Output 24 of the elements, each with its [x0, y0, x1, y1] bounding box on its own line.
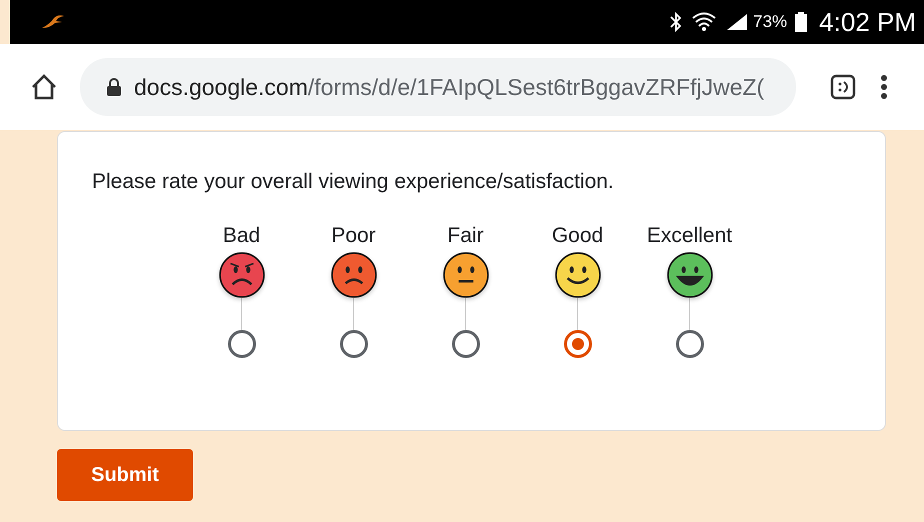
radio-button[interactable]	[340, 330, 368, 358]
radio-button[interactable]	[228, 330, 256, 358]
question-text: Please rate your overall viewing experience/satisfaction.	[92, 170, 615, 194]
lock-icon	[106, 77, 122, 97]
clock: 4:02 PM	[819, 6, 916, 38]
signal-icon	[725, 12, 750, 32]
battery-icon	[795, 12, 808, 32]
tab-switcher-icon[interactable]	[830, 74, 856, 100]
option-label: Poor	[331, 224, 376, 249]
option-label: Bad	[222, 224, 260, 249]
battery-level: 73%	[753, 12, 788, 32]
wifi-icon	[691, 11, 718, 33]
url-text: docs.google.com/forms/d/e/1FAIpQLSest6trBggavZRFfjJweZ(	[134, 74, 764, 100]
radio-button[interactable]	[452, 330, 480, 358]
menu-icon[interactable]	[880, 74, 888, 100]
submit-button[interactable]: Submit	[57, 449, 193, 501]
option-label: Good	[552, 224, 604, 249]
radio-button[interactable]	[564, 330, 592, 358]
radio-button[interactable]	[676, 330, 704, 358]
home-icon[interactable]	[30, 73, 58, 101]
address-bar[interactable]: docs.google.com/forms/d/e/1FAIpQLSest6trBggavZRFfjJweZ(	[80, 58, 796, 116]
option-label: Fair	[447, 224, 484, 249]
bluetooth-icon	[669, 12, 684, 32]
option-label: Excellent	[646, 224, 732, 249]
